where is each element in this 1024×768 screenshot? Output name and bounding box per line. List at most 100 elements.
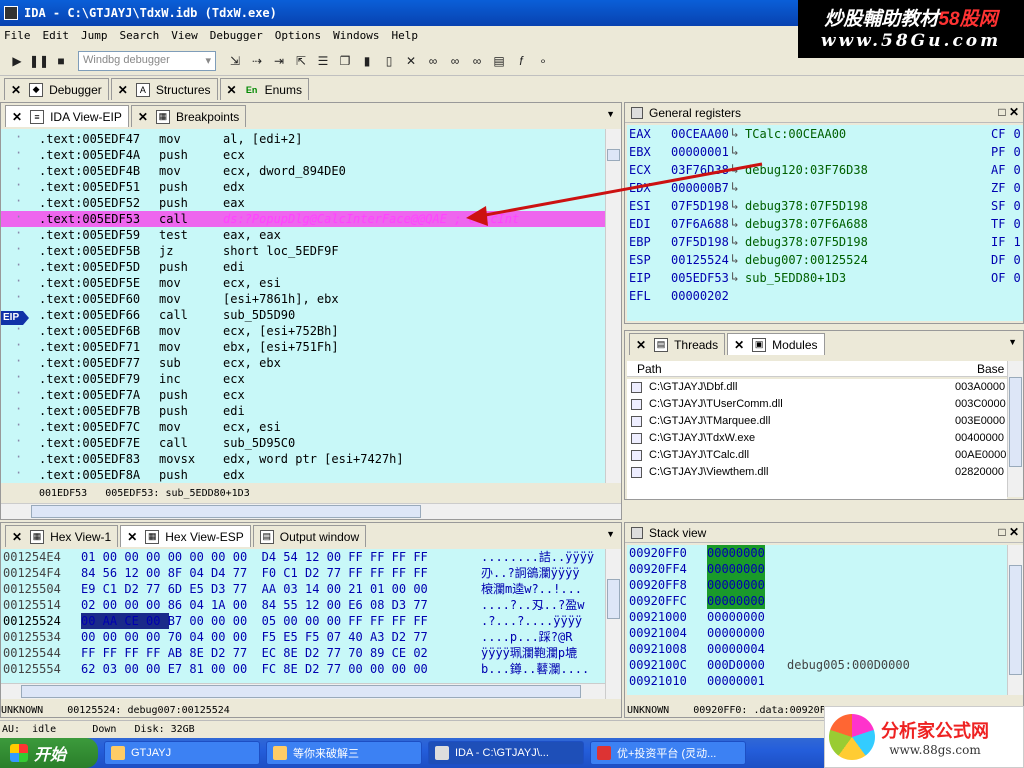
close-icon[interactable]: ✕	[12, 530, 22, 544]
disasm-line[interactable]: · .text:005EDF7A push ecx	[1, 386, 605, 403]
trace-remove-icon[interactable]: ∞	[468, 52, 486, 70]
register-row-eax[interactable]: EAX 00CEAA00 ↳ TCalc:00CEAA00	[627, 125, 987, 143]
jump-arrow-icon[interactable]: ↳	[731, 215, 739, 233]
stack-row[interactable]: 00920FFC 00000000	[627, 593, 1007, 609]
register-row-edi[interactable]: EDI 07F6A688 ↳ debug378:07F6A688	[627, 215, 987, 233]
hex-vscroll[interactable]	[605, 549, 621, 699]
flag-pf[interactable]: PF 0	[991, 143, 1021, 161]
copy-icon[interactable]: ❐	[336, 52, 354, 70]
link-icon[interactable]: ∘	[534, 52, 552, 70]
hex-row[interactable]: 00125544 FF FF FF FF AB 8E D2 77 EC 8E D2…	[1, 645, 605, 661]
stack-row[interactable]: 00920FF4 00000000	[627, 561, 1007, 577]
tab-debugger[interactable]: ✕ ◆ Debugger	[4, 78, 109, 100]
register-row-ecx[interactable]: ECX 03F76D38 ↳ debug120:03F76D38	[627, 161, 987, 179]
module-row[interactable]: C:\GTJAYJ\Dbf.dll 003A0000	[627, 379, 1007, 396]
menu-item-debugger[interactable]: Debugger	[210, 29, 263, 42]
flag-zf[interactable]: ZF 0	[991, 179, 1021, 197]
disasm-line[interactable]: · .text:005EDF4B mov ecx, dword_894DE0	[1, 162, 605, 179]
stack-row[interactable]: 00920FF0 00000000	[627, 545, 1007, 561]
hex-row[interactable]: 001254F4 84 56 12 00 8F 04 D4 77 F0 C1 D2…	[1, 565, 605, 581]
hex-row[interactable]: 00125524 00 AA CE 00 B7 00 00 00 05 00 00…	[1, 613, 605, 629]
tab-structures[interactable]: ✕ A Structures	[110, 78, 218, 100]
step-over-icon[interactable]: ⇢	[248, 52, 266, 70]
disasm-line[interactable]: · .text:005EDF77 sub ecx, ebx	[1, 354, 605, 371]
flag-if[interactable]: IF 1	[991, 233, 1021, 251]
disasm-vscroll[interactable]	[605, 129, 621, 483]
close-icon[interactable]: ✕	[636, 338, 646, 352]
module-row[interactable]: C:\GTJAYJ\TCalc.dll 00AE0000	[627, 447, 1007, 464]
stack-row[interactable]: 00921010 00000001	[627, 673, 1007, 689]
taskbar-item-crack[interactable]: 等你来破解三	[266, 741, 422, 765]
scroll-thumb[interactable]	[31, 505, 421, 518]
close-icon[interactable]: ✕	[118, 83, 128, 97]
run-to-cursor-icon[interactable]: ⇥	[270, 52, 288, 70]
disasm-line[interactable]: · .text:005EDF5D push edi	[1, 258, 605, 275]
disasm-line[interactable]: · .text:005EDF59 test eax, eax	[1, 226, 605, 243]
stack-row[interactable]: 00921004 00000000	[627, 625, 1007, 641]
register-row-eip[interactable]: EIP 005EDF53 ↳ sub_5EDD80+1D3	[627, 269, 987, 287]
modules-vscroll[interactable]	[1007, 361, 1023, 497]
stop-icon[interactable]: ■	[52, 52, 70, 70]
stack-row[interactable]: 00921008 00000004	[627, 641, 1007, 657]
flag-af[interactable]: AF 0	[991, 161, 1021, 179]
trace-icon[interactable]: ∞	[424, 52, 442, 70]
close-icon[interactable]: ✕	[127, 530, 137, 544]
close-icon[interactable]: ✕	[402, 52, 420, 70]
disasm-line[interactable]: · .text:005EDF8A push edx	[1, 466, 605, 483]
flag-of[interactable]: OF 0	[991, 269, 1021, 287]
scroll-thumb[interactable]	[1009, 565, 1022, 675]
disasm-line[interactable]: · .text:005EDF52 push eax	[1, 194, 605, 211]
stack-row[interactable]: 00921000 00000000	[627, 609, 1007, 625]
chevron-down-icon[interactable]: ▼	[606, 109, 615, 119]
module-row[interactable]: C:\GTJAYJ\TdxW.exe 00400000	[627, 430, 1007, 447]
jump-arrow-icon[interactable]: ↳	[731, 125, 739, 143]
disasm-line[interactable]: · .text:005EDF5B jz short loc_5EDF9F	[1, 242, 605, 259]
tab-threads[interactable]: ✕ ▤ Threads	[629, 333, 726, 355]
disasm-line[interactable]: · .text:005EDF71 mov ebx, [esi+751Fh]	[1, 338, 605, 355]
menu-item-view[interactable]: View	[171, 29, 198, 42]
chevron-down-icon[interactable]: ▼	[1008, 337, 1017, 347]
flag-cf[interactable]: CF 0	[991, 125, 1021, 143]
close-icon[interactable]: ✕	[1009, 105, 1019, 119]
hex-listing[interactable]: 001254E4 01 00 00 00 00 00 00 00 D4 54 12…	[1, 549, 605, 699]
disasm-line[interactable]: · .text:005EDF83 movsx edx, word ptr [esi+7…	[1, 450, 605, 467]
disassembly-listing[interactable]: · .text:005EDF47 mov al, [edi+2] · .text:005E…	[1, 129, 605, 505]
trace-add-icon[interactable]: ∞	[446, 52, 464, 70]
debugger-select[interactable]: Windbg debugger ▾	[78, 50, 216, 71]
disasm-line[interactable]: ·.text:005EDF66callsub_5D5D90	[1, 306, 605, 323]
modules-list[interactable]: C:\GTJAYJ\Dbf.dll 003A0000 C:\GTJAYJ\TUser…	[627, 379, 1007, 499]
disasm-line[interactable]: · .text:005EDF7E call sub_5D95C0	[1, 434, 605, 451]
scroll-thumb[interactable]	[1009, 377, 1022, 467]
taskbar-item-ida[interactable]: IDA - C:\GTJAYJ\...	[428, 741, 584, 765]
tab-modules[interactable]: ✕ ▣ Modules	[727, 333, 825, 355]
registers-list[interactable]: EAX 00CEAA00 ↳ TCalc:00CEAA00 EBX 00000001 ↳ EC…	[627, 125, 1023, 321]
scroll-thumb[interactable]	[607, 579, 620, 619]
menu-item-jump[interactable]: Jump	[81, 29, 108, 42]
disasm-line[interactable]: · .text:005EDF5E mov ecx, esi	[1, 274, 605, 291]
close-icon[interactable]: ✕	[138, 110, 148, 124]
disasm-line[interactable]: · .text:005EDF79 inc ecx	[1, 370, 605, 387]
disasm-line[interactable]: · .text:005EDF51 push edx	[1, 178, 605, 195]
step-out-icon[interactable]: ⇱	[292, 52, 310, 70]
scroll-thumb[interactable]	[21, 685, 581, 698]
disasm-line[interactable]: · .text:005EDF6B mov ecx, [esi+752Bh]	[1, 322, 605, 339]
menu-item-search[interactable]: Search	[120, 29, 160, 42]
flag-tf[interactable]: TF 0	[991, 215, 1021, 233]
col-base[interactable]: Base	[977, 362, 1004, 376]
hex-row[interactable]: 00125514 02 00 00 00 86 04 1A 00 84 55 12…	[1, 597, 605, 613]
module-row[interactable]: C:\GTJAYJ\Viewthem.dll 02820000	[627, 464, 1007, 481]
start-button[interactable]: 开始	[0, 738, 98, 768]
disasm-line[interactable]: · .text:005EDF47 mov al, [edi+2]	[1, 130, 605, 147]
jump-arrow-icon[interactable]: ↳	[731, 233, 739, 251]
taskbar-item-gtjayj[interactable]: GTJAYJ	[104, 741, 260, 765]
jump-arrow-icon[interactable]: ↳	[731, 161, 739, 179]
close-icon[interactable]: ✕	[11, 83, 21, 97]
jump-arrow-icon[interactable]: ↳	[731, 179, 739, 197]
menu-item-windows[interactable]: Windows	[333, 29, 379, 42]
stack-vscroll[interactable]	[1007, 545, 1023, 695]
maximize-icon[interactable]: □	[998, 525, 1005, 539]
hex-hscroll[interactable]	[1, 683, 605, 699]
close-icon[interactable]: ✕	[1009, 525, 1019, 539]
step-into-icon[interactable]: ⇲	[226, 52, 244, 70]
disasm-line[interactable]: · .text:005EDF4A push ecx	[1, 146, 605, 163]
